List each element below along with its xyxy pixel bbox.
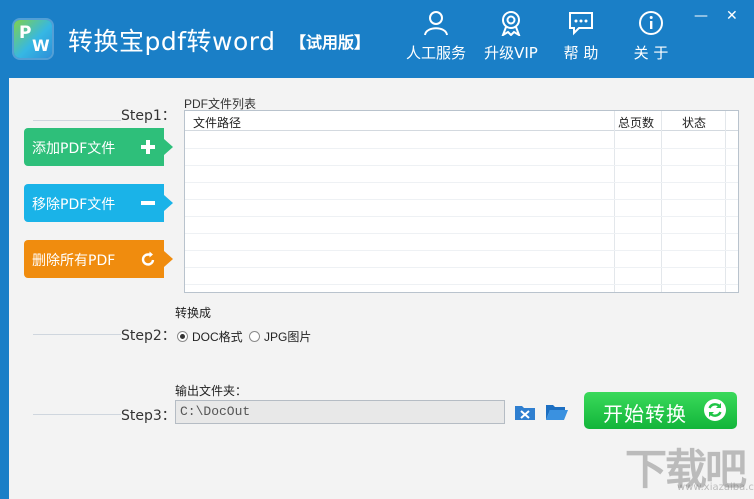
- browse-folder-button[interactable]: [545, 401, 568, 423]
- main-panel: Step1： 添加PDF文件 移除PDF文件 删除所有PDF PDF文件列表 文…: [9, 78, 754, 499]
- row-divider: [185, 284, 738, 285]
- add-pdf-button[interactable]: 添加PDF文件: [24, 128, 173, 166]
- undo-arrow-icon: [141, 251, 155, 266]
- remove-pdf-label: 移除PDF文件: [32, 197, 116, 213]
- app-title: 转换宝pdf转word: [68, 27, 276, 56]
- remove-pdf-button[interactable]: 移除PDF文件: [24, 184, 173, 222]
- radio-doc-label: DOC格式: [192, 330, 243, 344]
- column-divider: [614, 111, 615, 292]
- step1-divider: [33, 120, 121, 121]
- row-divider: [185, 148, 738, 149]
- column-header-path[interactable]: 文件路径: [193, 114, 241, 131]
- minus-icon: [141, 201, 155, 205]
- radio-doc-format[interactable]: DOC格式: [177, 328, 243, 345]
- title-bar: PW 转换宝pdf转word 【试用版】 人工服务 升级VIP 帮 助 关 于 …: [0, 0, 754, 78]
- clear-folder-icon: [515, 406, 535, 420]
- row-divider: [185, 182, 738, 183]
- refresh-icon: [704, 399, 726, 421]
- step3-label: Step3：: [121, 408, 176, 424]
- folder-open-icon: [546, 405, 568, 420]
- add-pdf-label: 添加PDF文件: [32, 141, 116, 157]
- row-divider: [185, 216, 738, 217]
- radio-jpg-label: JPG图片: [264, 330, 312, 344]
- radio-jpg-image[interactable]: JPG图片: [249, 328, 311, 345]
- column-divider: [725, 111, 726, 292]
- nav-label: 升级VIP: [484, 44, 538, 62]
- info-icon: [639, 11, 663, 35]
- watermark-url: www.xiazaiba.com: [677, 482, 754, 493]
- step2-label: Step2：: [121, 328, 176, 344]
- person-icon: [424, 11, 448, 36]
- app-logo: PW: [14, 20, 52, 58]
- output-folder-label: 输出文件夹：: [175, 384, 248, 398]
- nav-customer-service[interactable]: 人工服务: [400, 10, 472, 66]
- plus-icon: [141, 140, 155, 154]
- row-divider: [185, 233, 738, 234]
- close-button[interactable]: ✕: [726, 8, 738, 24]
- column-divider: [661, 111, 662, 292]
- radio-unselected-indicator: [249, 331, 260, 342]
- minimize-button[interactable]: —: [694, 8, 708, 24]
- table-header: 文件路径 总页数 状态: [185, 111, 738, 131]
- row-divider: [185, 199, 738, 200]
- nav-upgrade-vip[interactable]: 升级VIP: [475, 10, 547, 66]
- app-edition: 【试用版】: [290, 33, 371, 52]
- watermark: 下载吧 www.xiazaiba.com: [625, 436, 754, 498]
- start-convert-label: 开始转换: [603, 402, 687, 426]
- row-divider: [185, 250, 738, 251]
- nav-about[interactable]: 关 于: [615, 10, 687, 66]
- output-folder-input[interactable]: C:\DocOut: [175, 400, 505, 424]
- step2-divider: [33, 334, 121, 335]
- clear-all-pdf-button[interactable]: 删除所有PDF: [24, 240, 173, 278]
- column-header-status[interactable]: 状态: [682, 114, 706, 131]
- row-divider: [185, 165, 738, 166]
- nav-label: 关 于: [633, 44, 669, 62]
- nav-label: 帮 助: [563, 44, 599, 62]
- file-list-table[interactable]: 文件路径 总页数 状态: [184, 110, 739, 293]
- start-convert-button[interactable]: 开始转换: [584, 392, 737, 429]
- radio-selected-indicator: [177, 331, 188, 342]
- column-header-pages[interactable]: 总页数: [618, 114, 654, 131]
- convert-format-label: 转换成: [175, 306, 212, 320]
- vip-badge-icon: [501, 11, 521, 36]
- nav-help[interactable]: 帮 助: [545, 10, 617, 66]
- step3-divider: [33, 414, 121, 415]
- clear-path-button[interactable]: [514, 401, 536, 423]
- row-divider: [185, 267, 738, 268]
- clear-all-pdf-label: 删除所有PDF: [32, 253, 116, 269]
- chat-help-icon: [569, 12, 593, 36]
- step1-label: Step1：: [121, 108, 176, 124]
- nav-label: 人工服务: [405, 44, 466, 62]
